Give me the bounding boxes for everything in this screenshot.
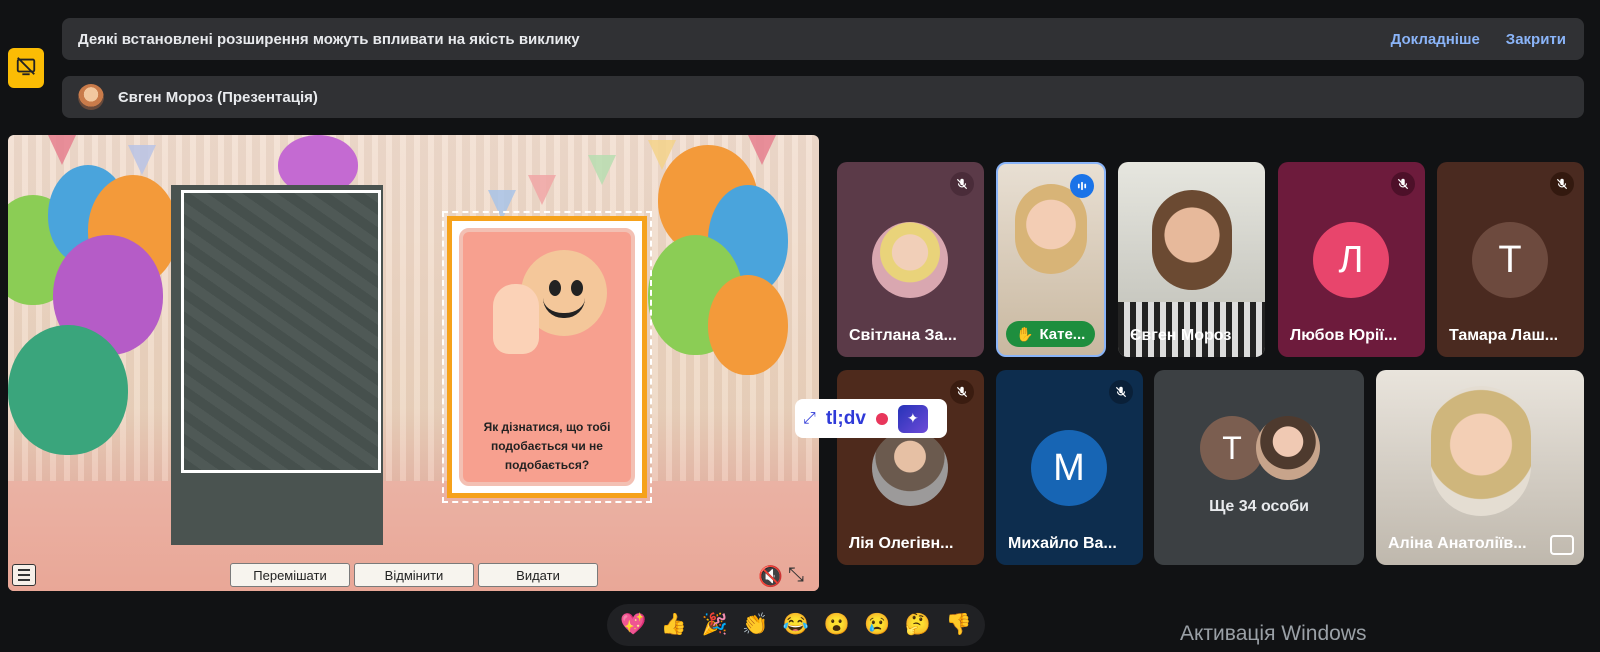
- reaction-party[interactable]: 🎉: [702, 613, 728, 637]
- recording-indicator-icon: [875, 412, 888, 425]
- reaction-laugh[interactable]: 😂: [783, 613, 809, 637]
- participant-name: Тамара Лаш...: [1449, 327, 1559, 344]
- exit-fullscreen-icon[interactable]: ⤡: [788, 564, 804, 587]
- video-feed: [1015, 184, 1087, 274]
- windows-activation-watermark: Активація Windows: [1180, 622, 1367, 645]
- reaction-surprised[interactable]: 😮: [824, 613, 850, 637]
- deal-button[interactable]: Видати: [478, 563, 598, 587]
- mic-off-icon: [1391, 172, 1415, 196]
- reactions-bar: 💖 👍 🎉 👏 😂 😮 😢 🤔 👎: [607, 604, 985, 646]
- mic-off-icon: [950, 380, 974, 404]
- balloon: [8, 325, 128, 455]
- mute-sound-icon[interactable]: 🔇: [758, 564, 783, 589]
- expand-icon[interactable]: ⤢: [803, 410, 816, 428]
- presenter-name: Євген Мороз (Презентація): [118, 88, 318, 106]
- presentation-menu-button[interactable]: [12, 564, 36, 586]
- mic-off-icon: [1109, 380, 1133, 404]
- participant-tile[interactable]: Л Любов Юрії...: [1278, 162, 1425, 357]
- reaction-thumbs-up[interactable]: 👍: [661, 613, 687, 637]
- participant-tile[interactable]: Аліна Анатоліїв...: [1376, 370, 1584, 565]
- hand-raised-icon: ✋: [1016, 325, 1034, 342]
- warning-text: Деякі встановлені розширення можуть впли…: [78, 30, 580, 48]
- avatar: Т: [1200, 416, 1264, 480]
- participant-tile[interactable]: M Михайло Ва...: [996, 370, 1143, 565]
- bunting-flag: [48, 135, 76, 165]
- video-feed: [1152, 190, 1232, 290]
- mic-off-icon: [1550, 172, 1574, 196]
- screen-share-off-icon: [15, 55, 37, 82]
- participant-name: Любов Юрії...: [1290, 327, 1398, 344]
- hand-raised-badge: ✋ Кате...: [1006, 321, 1096, 347]
- participant-tile[interactable]: Євген Мороз: [1118, 162, 1265, 357]
- participant-tile[interactable]: Світлана За...: [837, 162, 984, 357]
- deck-card-back: [181, 190, 381, 473]
- bunting-flag: [528, 175, 556, 205]
- reaction-thumbs-down[interactable]: 👎: [946, 613, 972, 637]
- reaction-sad[interactable]: 😢: [864, 613, 890, 637]
- card-deck[interactable]: [171, 185, 383, 545]
- more-participants-text: Ще 34 особи: [1209, 498, 1309, 515]
- avatar: [78, 84, 104, 110]
- speaking-indicator-icon: [1070, 174, 1094, 198]
- card-question: Як дізнатися, що тобі подобається чи не …: [483, 420, 611, 472]
- mic-off-icon: [950, 172, 974, 196]
- avatar: [1256, 416, 1320, 480]
- extension-warning-banner: Деякі встановлені розширення можуть впли…: [62, 18, 1584, 60]
- present-off-button[interactable]: [8, 48, 44, 88]
- reaction-heart[interactable]: 💖: [620, 613, 646, 637]
- learn-more-link[interactable]: Докладніше: [1391, 31, 1480, 48]
- tldv-logo: tl;dv: [825, 407, 866, 429]
- participant-tile[interactable]: Т Тамара Лаш...: [1437, 162, 1584, 357]
- bunting-flag: [128, 145, 156, 175]
- bunting-flag: [748, 135, 776, 165]
- participant-tile[interactable]: ✋ Кате...: [996, 162, 1106, 357]
- tldv-recorder-widget[interactable]: ⤢ tl;dv ✦: [795, 399, 947, 438]
- ai-sparkle-icon[interactable]: ✦: [897, 404, 928, 433]
- presentation-stage[interactable]: Як дізнатися, що тобі подобається чи не …: [8, 135, 819, 591]
- picture-in-picture-icon[interactable]: [1550, 535, 1574, 555]
- participant-name: Кате...: [1039, 325, 1086, 343]
- more-participants-tile[interactable]: Т Ще 34 особи: [1154, 370, 1364, 565]
- close-link[interactable]: Закрити: [1506, 31, 1566, 48]
- participant-name: Аліна Анатоліїв...: [1388, 535, 1527, 552]
- participant-name: Михайло Ва...: [1008, 535, 1117, 552]
- participant-name: Євген Мороз: [1130, 327, 1232, 344]
- undo-button[interactable]: Відмінити: [354, 563, 474, 587]
- participant-name: Лія Олегівн...: [849, 535, 954, 552]
- avatar: [872, 222, 948, 298]
- thumbs-up-icon: [493, 284, 539, 354]
- avatar: [872, 430, 948, 506]
- participant-name: Світлана За...: [849, 327, 957, 344]
- avatar: M: [1031, 430, 1107, 506]
- selected-card[interactable]: Як дізнатися, що тобі подобається чи не …: [442, 211, 652, 503]
- bunting-flag: [588, 155, 616, 185]
- reaction-clap[interactable]: 👏: [742, 613, 768, 637]
- avatar: Л: [1313, 222, 1389, 298]
- reaction-thinking[interactable]: 🤔: [905, 613, 931, 637]
- presenter-banner[interactable]: Євген Мороз (Презентація): [62, 76, 1584, 118]
- shuffle-button[interactable]: Перемішати: [230, 563, 350, 587]
- video-feed: [1431, 386, 1531, 516]
- balloon: [708, 275, 788, 375]
- avatar: Т: [1472, 222, 1548, 298]
